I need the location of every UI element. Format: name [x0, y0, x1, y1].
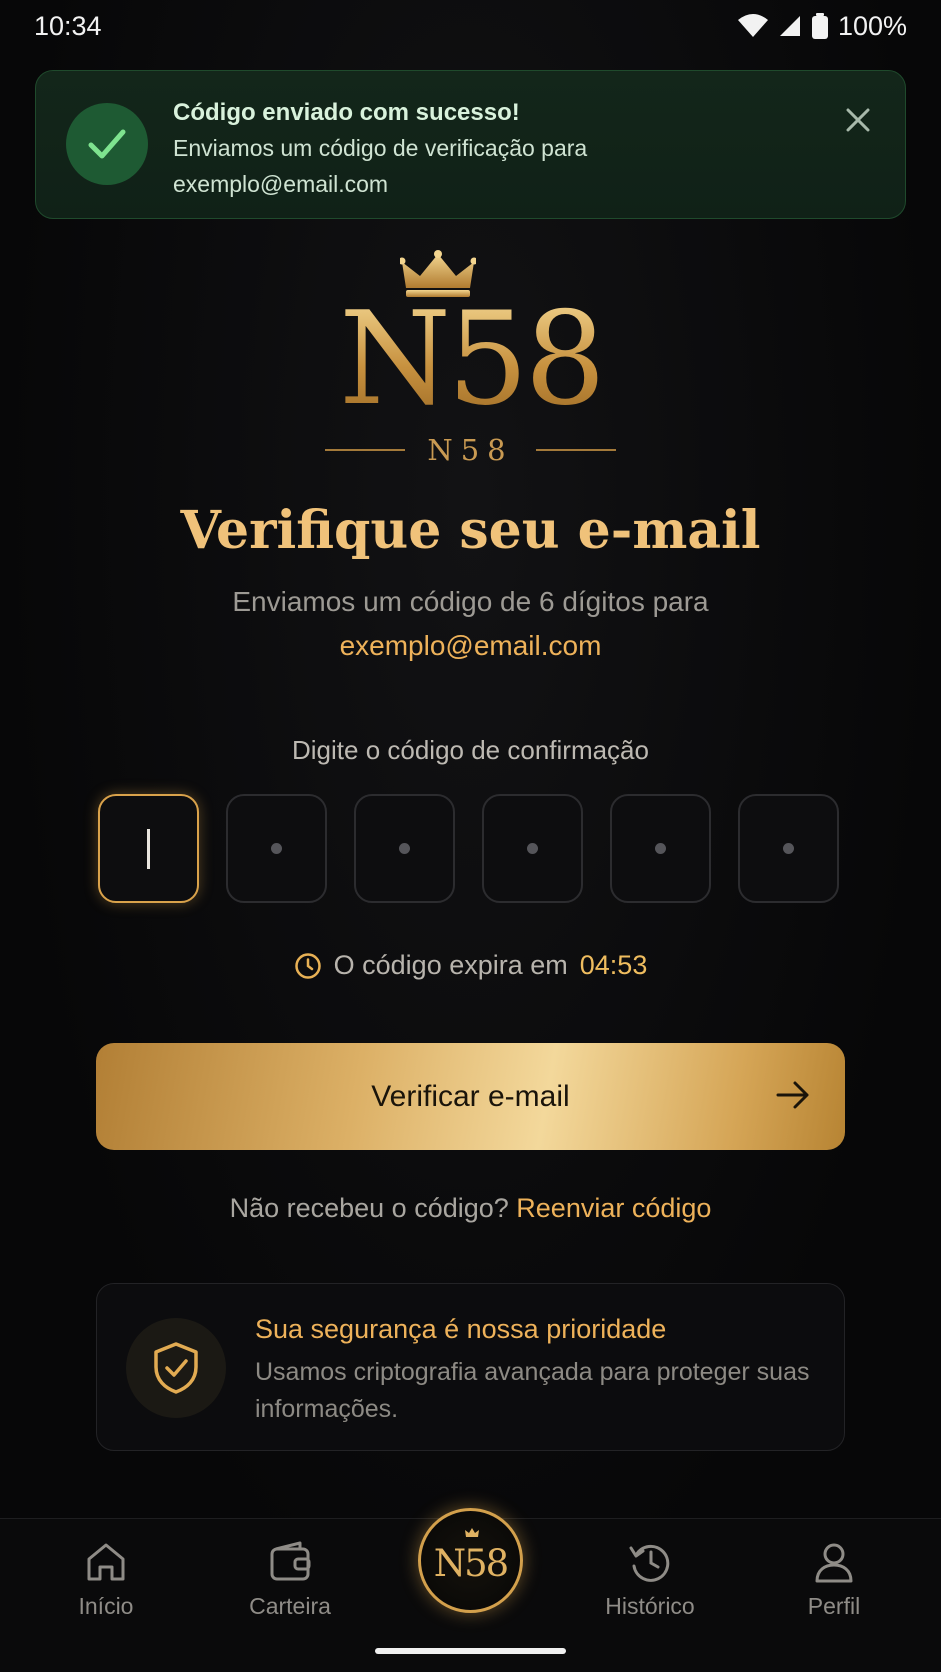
brand-logo: N58 N58: [0, 245, 941, 475]
check-icon: [66, 103, 148, 185]
logo-subtext: N58: [427, 433, 514, 467]
nav-item-home-logo[interactable]: N58: [418, 1508, 523, 1613]
timer-value: 04:53: [579, 950, 648, 980]
verify-email-button[interactable]: Verificar e-mail: [96, 1043, 845, 1150]
placeholder-dot: [527, 843, 538, 854]
clock-icon: [294, 952, 321, 979]
divider: [535, 449, 616, 451]
user-icon: [815, 1543, 853, 1583]
verify-button-label: Verificar e-mail: [371, 1079, 570, 1113]
battery-percent: 100%: [837, 10, 907, 41]
code-digit-6[interactable]: [738, 794, 839, 903]
logo-subline: N58: [0, 433, 941, 467]
status-bar: 10:34 100%: [0, 0, 941, 52]
security-title: Sua segurança é nossa prioridade: [255, 1314, 667, 1344]
logo-wordmark: N58: [0, 295, 941, 425]
shield-check-icon: [126, 1318, 226, 1418]
security-info-card: Sua segurança é nossa prioridade Usamos …: [96, 1283, 845, 1451]
home-icon: [87, 1543, 125, 1581]
expiry-timer: O código expira em 04:53: [0, 950, 941, 981]
page-title: Verifique seu e-mail: [180, 500, 761, 561]
home-indicator[interactable]: [375, 1648, 566, 1654]
nav-center-label: N58: [433, 1542, 509, 1585]
code-digit-3[interactable]: [354, 794, 455, 903]
nav-label: Perfil: [807, 1593, 861, 1619]
page-subtitle: Enviamos um código de 6 dígitos para: [232, 586, 709, 617]
code-digit-4[interactable]: [482, 794, 583, 903]
nav-label: Histórico: [605, 1593, 695, 1619]
toast-message: Enviamos um código de verificação para e…: [173, 130, 813, 202]
placeholder-dot: [399, 843, 410, 854]
status-time: 10:34: [34, 10, 102, 41]
arrow-right-icon: [776, 1081, 809, 1109]
placeholder-dot: [655, 843, 666, 854]
divider: [325, 449, 406, 451]
placeholder-dot: [271, 843, 282, 854]
code-digit-2[interactable]: [226, 794, 327, 903]
security-text: Usamos criptografia avançada para proteg…: [255, 1358, 810, 1423]
toast-message-line2: exemplo@email.com: [173, 171, 389, 198]
placeholder-dot: [783, 843, 794, 854]
close-icon[interactable]: [843, 105, 873, 135]
verify-email-screen: 10:34 100% Código enviado com sucesso! E…: [0, 0, 941, 1672]
code-label: Digite o código de confirmação: [292, 735, 649, 765]
toast-message-line1: Enviamos um código de verificação para: [173, 135, 588, 162]
resend-row: Não recebeu o código? Reenviar código: [0, 1193, 941, 1224]
code-input-group: [98, 794, 839, 903]
resend-text: Não recebeu o código?: [229, 1193, 509, 1223]
nav-item-inicio[interactable]: Início: [36, 1539, 176, 1620]
signal-icon: [779, 16, 800, 36]
history-icon: [629, 1544, 670, 1582]
resend-code-link[interactable]: Reenviar código: [516, 1193, 711, 1223]
success-toast: Código enviado com sucesso! Enviamos um …: [35, 70, 906, 219]
text-caret: [147, 828, 150, 869]
status-icons: 100%: [737, 10, 907, 42]
nav-label: Carteira: [249, 1593, 331, 1619]
timer-text: O código expira em: [333, 950, 568, 980]
code-digit-5[interactable]: [610, 794, 711, 903]
wifi-icon: [737, 14, 768, 37]
toast-text: Código enviado com sucesso! Enviamos um …: [173, 97, 813, 202]
crown-icon: [465, 1528, 479, 1537]
battery-icon: [811, 13, 828, 39]
nav-label: Início: [78, 1593, 134, 1619]
nav-item-carteira[interactable]: Carteira: [220, 1539, 360, 1620]
toast-title: Código enviado com sucesso!: [173, 99, 520, 126]
nav-item-historico[interactable]: Histórico: [580, 1539, 720, 1620]
wallet-icon: [270, 1541, 311, 1581]
code-digit-1[interactable]: [98, 794, 199, 903]
nav-item-perfil[interactable]: Perfil: [764, 1539, 904, 1620]
target-email: exemplo@email.com: [339, 630, 602, 661]
